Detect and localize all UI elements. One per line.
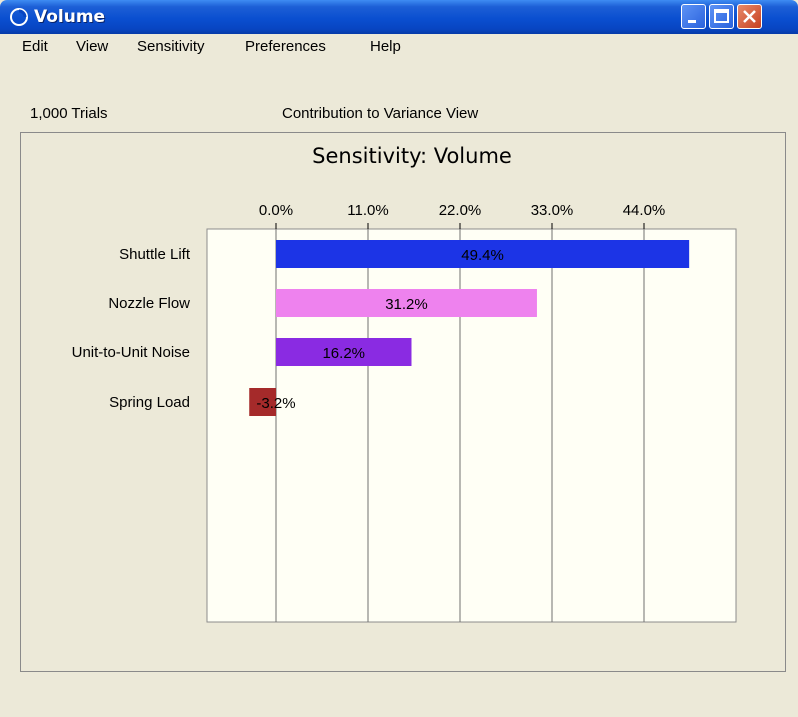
x-tick-label: 11.0% — [347, 202, 388, 219]
bar-value-label: 31.2% — [385, 296, 428, 313]
bar-value-label: -3.2% — [256, 395, 295, 412]
x-tick-label: 22.0% — [439, 202, 482, 219]
bar-value-label: 16.2% — [322, 345, 365, 362]
plot-area — [206, 228, 737, 623]
sensitivity-chart: 0.0% 11.0% 22.0% 33.0% 44.0% Shuttle Lift 49.4… — [72, 202, 737, 623]
category-label: Unit-to-Unit Noise — [72, 344, 190, 361]
status-bar — [0, 690, 798, 717]
category-label: Spring Load — [109, 394, 190, 411]
x-tick-label: 33.0% — [531, 202, 574, 219]
app-window: Volume Edit View Sensitivity Preferences… — [0, 0, 798, 717]
category-label: Nozzle Flow — [108, 295, 190, 312]
x-tick-label: 44.0% — [623, 202, 666, 219]
bar-value-label: 49.4% — [461, 247, 504, 264]
x-tick-label: 0.0% — [259, 202, 293, 219]
category-label: Shuttle Lift — [119, 246, 191, 263]
